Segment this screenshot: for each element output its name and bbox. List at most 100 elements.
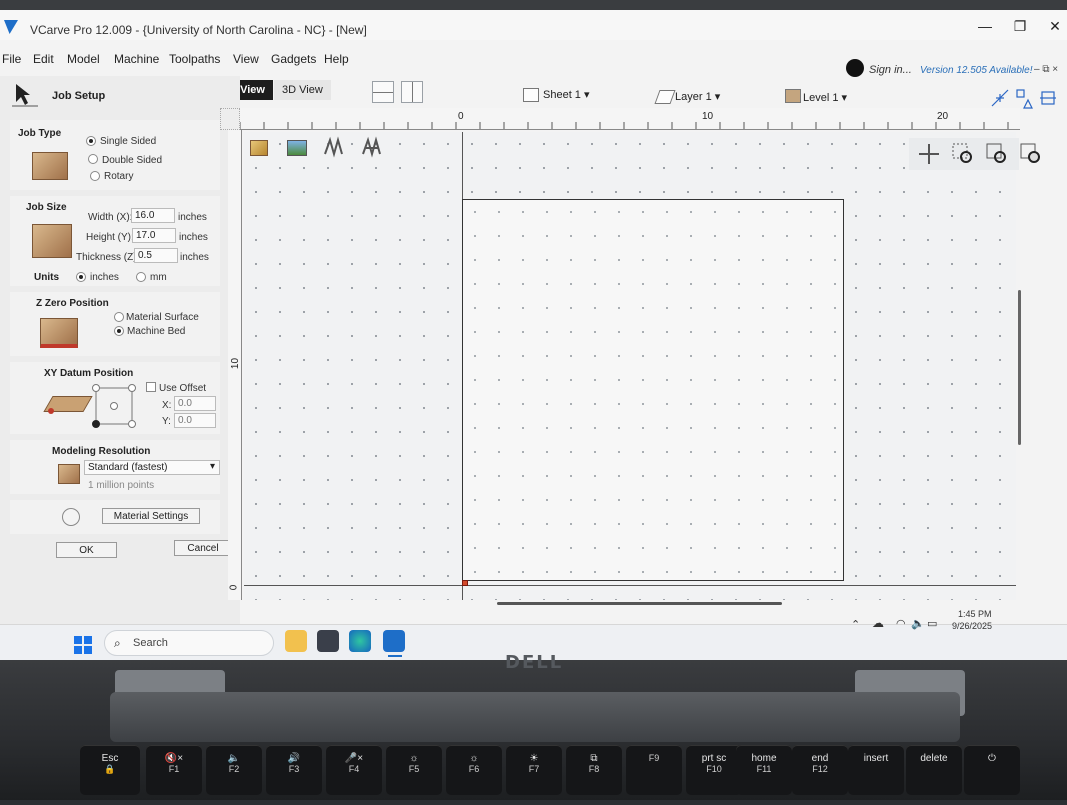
zoom-extents-icon[interactable]	[985, 142, 1009, 166]
key-f9[interactable]: F9	[626, 745, 682, 795]
datum-position-selector[interactable]	[90, 382, 140, 430]
vcarve-taskbar-icon[interactable]	[383, 630, 405, 652]
height-field[interactable]: 17.0	[132, 228, 176, 243]
offset-y-field[interactable]: 0.0	[174, 413, 216, 428]
menu-help[interactable]: Help	[324, 52, 349, 66]
units-mm-radio[interactable]	[136, 272, 146, 282]
sheet-dropdown[interactable]: Sheet 1 ▾	[543, 88, 590, 101]
key-f7[interactable]: ☀ F7	[506, 745, 562, 795]
key-f6[interactable]: ☼ F6	[446, 745, 502, 795]
key-f1[interactable]: 🔇× F1	[146, 745, 202, 795]
level-dropdown[interactable]: Level 1 ▾	[803, 91, 847, 104]
key-f8[interactable]: ⧉ F8	[566, 745, 622, 795]
active-app-indicator	[388, 655, 402, 657]
key-esc[interactable]: Esc 🔒	[80, 745, 140, 795]
split-horizontal-icon[interactable]	[372, 81, 394, 103]
toolpath-wave-icon[interactable]	[322, 136, 346, 160]
width-field[interactable]: 16.0	[131, 208, 175, 223]
material-settings-button[interactable]: Material Settings	[102, 508, 200, 524]
edge-browser-icon[interactable]	[349, 630, 371, 652]
key-f4[interactable]: 🎤× F4	[326, 745, 382, 795]
taskbar-search[interactable]: ⌕ Search	[104, 630, 274, 656]
panel-title: Job Setup	[52, 90, 106, 102]
zoom-job-icon[interactable]	[1019, 142, 1043, 166]
menu-toolpaths[interactable]: Toolpaths	[169, 52, 220, 66]
use-offset-label: Use Offset	[159, 383, 207, 394]
version-notice-link[interactable]: Version 12.505 Available!	[920, 65, 1033, 76]
key-delete[interactable]: delete	[906, 745, 962, 795]
key-f12[interactable]: end F12	[792, 745, 848, 795]
create-3d-model-icon[interactable]	[248, 136, 272, 160]
menu-gadgets[interactable]: Gadgets	[271, 52, 316, 66]
horizontal-scrollbar[interactable]	[497, 602, 782, 605]
pan-icon[interactable]	[917, 142, 941, 166]
tray-chevron-icon[interactable]: ⌃	[851, 618, 860, 631]
units-inches-radio[interactable]	[76, 272, 86, 282]
offset-x-label: X:	[162, 400, 172, 411]
key-f10[interactable]: prt sc F10	[686, 745, 742, 795]
toolpath-pocket-icon[interactable]	[360, 136, 384, 160]
sheet-icon	[523, 88, 539, 102]
tray-cloud-icon[interactable]: ☁	[872, 616, 884, 630]
user-avatar-icon[interactable]	[846, 59, 864, 77]
laptop-brand-logo: DELL	[505, 652, 564, 673]
ruler-top-20: 20	[937, 111, 949, 122]
wifi-icon[interactable]: ◠	[896, 617, 906, 630]
resolution-select[interactable]: Standard (fastest) ▾	[84, 460, 220, 475]
menu-view[interactable]: View	[233, 52, 259, 66]
vertical-scrollbar[interactable]	[1018, 290, 1021, 445]
menu-model[interactable]: Model	[67, 52, 100, 66]
z-zero-box-icon	[40, 318, 78, 348]
menu-file[interactable]: File	[2, 52, 21, 66]
mdi-window-controls[interactable]: – ⧉ ×	[1034, 64, 1058, 75]
xy-datum-section: XY Datum Position Use Offset X: 0.0 Y: 0…	[10, 362, 220, 434]
height-label: Height (Y):	[86, 232, 134, 243]
ok-button[interactable]: OK	[56, 542, 117, 558]
datum-origin-dot	[48, 408, 54, 414]
key-f3[interactable]: 🔊 F3	[266, 745, 322, 795]
split-vertical-icon[interactable]	[401, 81, 423, 103]
menu-edit[interactable]: Edit	[33, 52, 54, 66]
menu-machine[interactable]: Machine	[114, 52, 159, 66]
volume-icon[interactable]: 🔈	[911, 617, 925, 630]
double-sided-radio[interactable]	[88, 154, 98, 164]
ruler-top-10: 10	[702, 111, 714, 122]
store-icon[interactable]	[317, 630, 339, 652]
rotary-radio[interactable]	[90, 171, 100, 181]
file-explorer-icon[interactable]	[285, 630, 307, 652]
single-sided-radio[interactable]	[86, 136, 96, 146]
use-offset-checkbox[interactable]	[146, 382, 156, 392]
ruler-left-10: 10	[230, 357, 242, 370]
sign-in-link[interactable]: Sign in...	[869, 64, 912, 76]
key-insert[interactable]: insert	[848, 745, 904, 795]
vcarve-logo-icon	[4, 20, 18, 34]
snap-tools-icons[interactable]	[990, 88, 1060, 110]
key-f5[interactable]: ☼ F5	[386, 745, 442, 795]
import-bitmap-icon[interactable]	[285, 136, 309, 160]
modeling-resolution-section: Modeling Resolution Standard (fastest) ▾…	[10, 440, 220, 494]
close-button[interactable]: ✕	[1040, 18, 1067, 38]
offset-y-label: Y:	[162, 416, 171, 427]
tab-3d-view[interactable]: 3D View	[274, 80, 331, 100]
layer-dropdown[interactable]: Layer 1 ▾	[675, 90, 720, 103]
job-setup-panel: Job Setup Job Type Single Sided Double S…	[0, 76, 240, 624]
restore-button[interactable]: ❐	[1005, 18, 1035, 38]
clock-date[interactable]: 9/26/2025	[952, 621, 992, 631]
battery-icon[interactable]: ▭	[927, 617, 937, 630]
palette-icon	[62, 508, 80, 526]
zoom-box-icon[interactable]	[951, 142, 975, 166]
material-surface-radio[interactable]	[114, 312, 124, 322]
key-f2[interactable]: 🔈 F2	[206, 745, 262, 795]
cancel-button[interactable]: Cancel	[174, 540, 232, 556]
windows-start-icon[interactable]	[74, 636, 92, 654]
key-f11[interactable]: home F11	[736, 745, 792, 795]
resolution-icon	[58, 464, 80, 484]
machine-bed-radio[interactable]	[114, 326, 124, 336]
minimize-button[interactable]: —	[970, 18, 1000, 38]
key-power[interactable]: ⏻	[964, 745, 1020, 795]
thickness-field[interactable]: 0.5	[134, 248, 178, 263]
job-material-outline[interactable]	[462, 199, 844, 581]
title-bar: VCarve Pro 12.009 - {University of North…	[0, 10, 1067, 40]
offset-x-field[interactable]: 0.0	[174, 396, 216, 411]
clock-time[interactable]: 1:45 PM	[958, 609, 992, 619]
